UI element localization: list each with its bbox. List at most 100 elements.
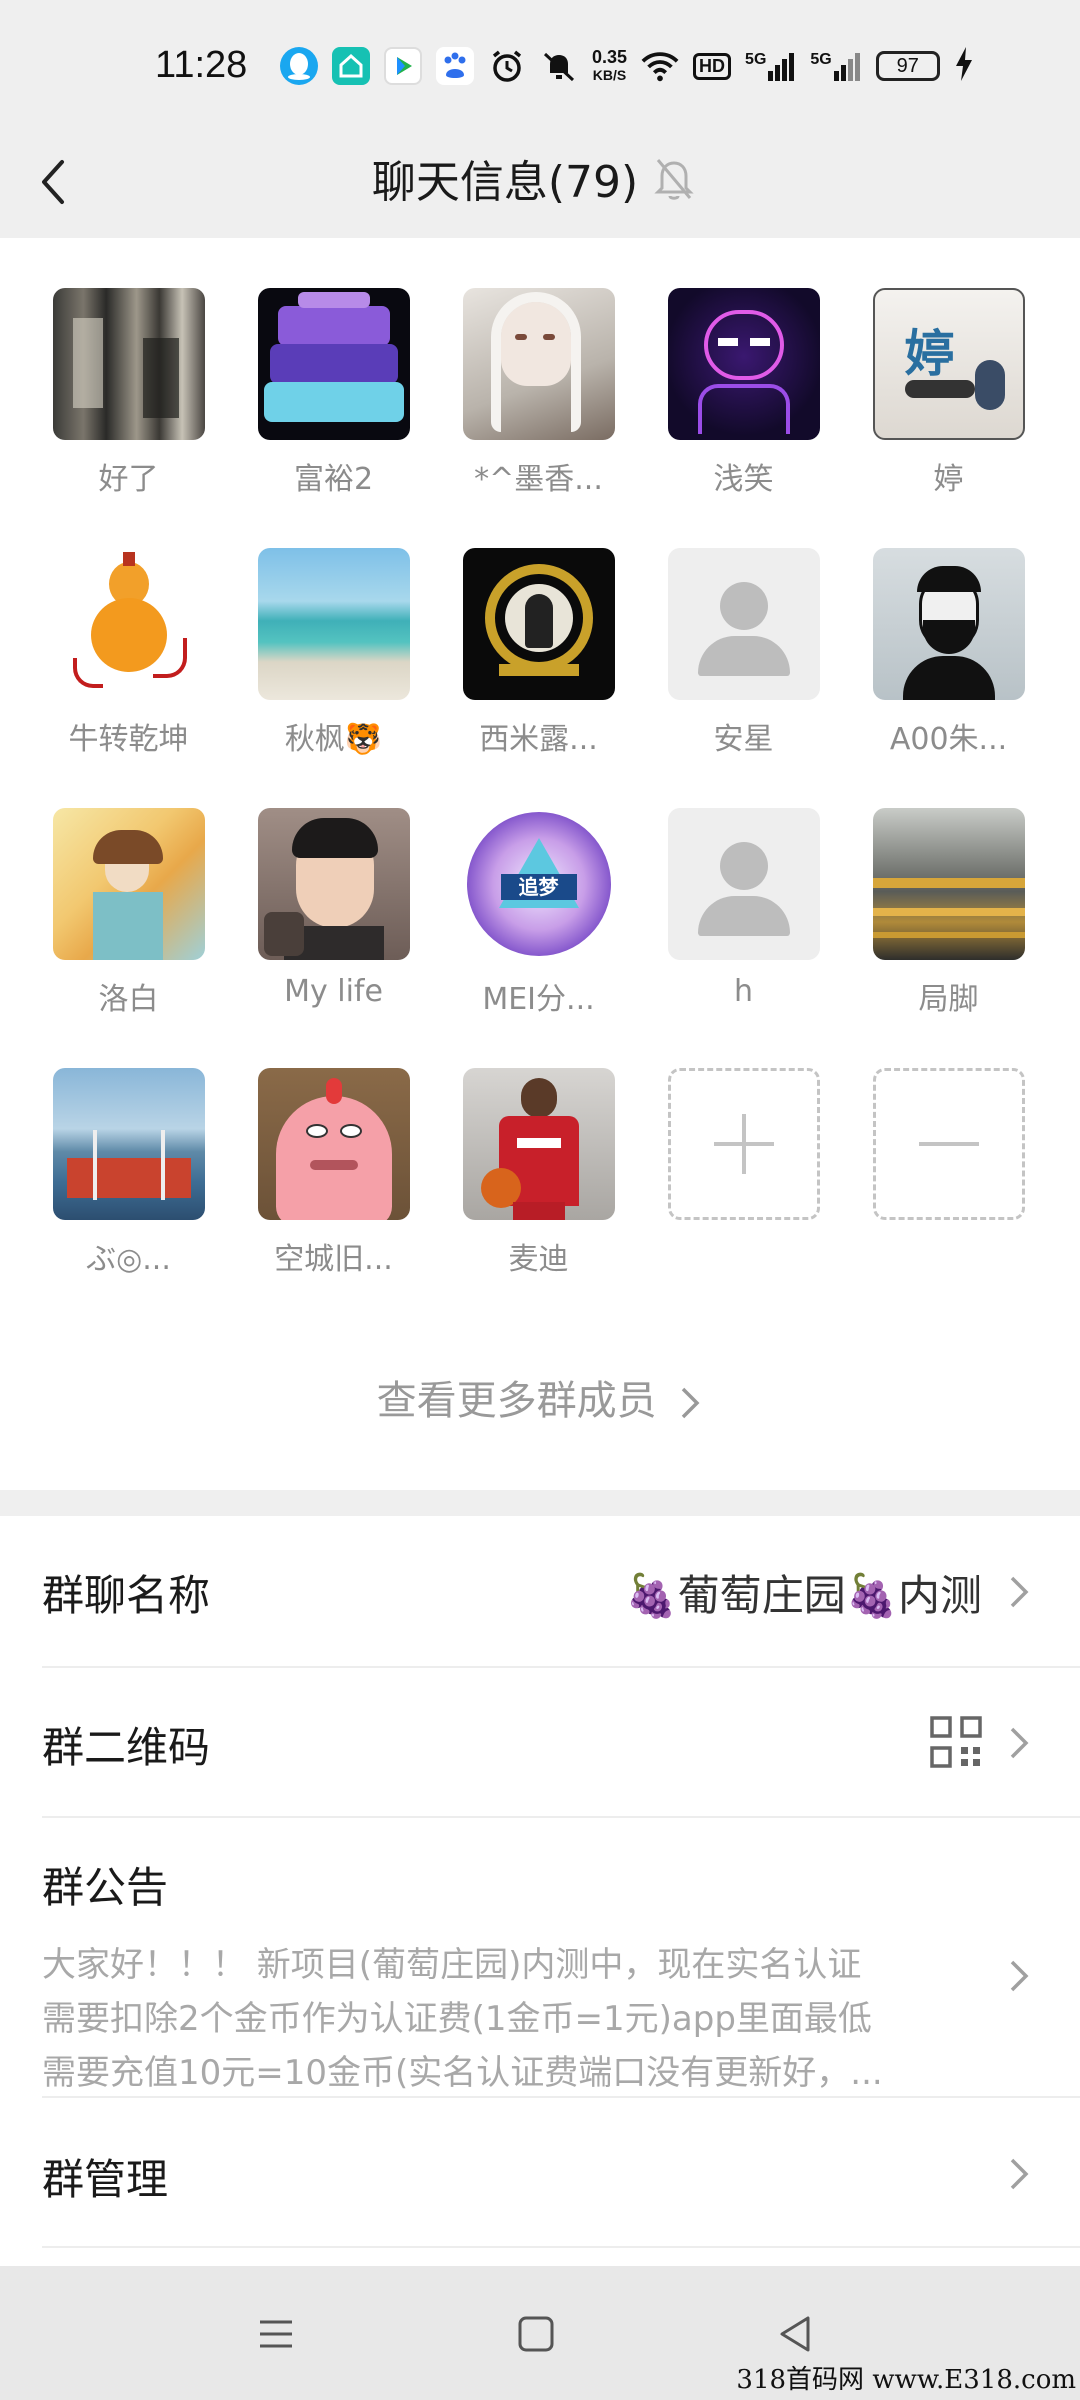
member-item[interactable]: 富裕2 bbox=[231, 288, 436, 498]
signal-icon: 5G bbox=[810, 51, 861, 81]
qr-code-icon bbox=[930, 1716, 982, 1768]
member-grid: 好了 富裕2 *^墨香... 浅笑 婷 婷 牛转乾坤 秋枫🐯 西米露... 安星… bbox=[0, 238, 1080, 1490]
member-item[interactable]: 好了 bbox=[26, 288, 231, 498]
member-item[interactable]: 局脚 bbox=[846, 808, 1051, 1018]
avatar bbox=[257, 1068, 410, 1220]
avatar bbox=[667, 288, 820, 440]
member-name: ぶ◎... bbox=[86, 1242, 171, 1277]
add-member-box[interactable] bbox=[667, 1068, 820, 1220]
chevron-right-icon bbox=[682, 1387, 700, 1419]
member-item[interactable]: 安星 bbox=[641, 548, 846, 758]
member-name: 浅笑 bbox=[713, 462, 774, 497]
group-manage-label: 群管理 bbox=[42, 2155, 169, 2204]
avatar bbox=[872, 548, 1025, 700]
member-item[interactable]: 浅笑 bbox=[641, 288, 846, 498]
avatar bbox=[872, 808, 1025, 960]
member-item[interactable]: 洛白 bbox=[26, 808, 231, 1018]
member-name: 富裕2 bbox=[293, 462, 374, 497]
member-item[interactable]: 牛转乾坤 bbox=[26, 548, 231, 758]
status-icons: 0.35 KB/S HD 5G 5G 97 bbox=[280, 44, 974, 88]
group-notice-label: 群公告 bbox=[42, 1863, 169, 1912]
member-item[interactable]: 麦迪 bbox=[436, 1068, 641, 1278]
chevron-right-icon bbox=[1010, 1960, 1029, 1992]
avatar bbox=[462, 288, 615, 440]
group-name-value: 🍇葡萄庄园🍇内测 bbox=[625, 1571, 982, 1620]
member-item[interactable]: ぶ◎... bbox=[26, 1068, 231, 1278]
chevron-right-icon bbox=[1010, 2158, 1029, 2190]
avatar bbox=[52, 808, 205, 960]
member-item[interactable]: 空城旧... bbox=[231, 1068, 436, 1278]
member-name: 洛白 bbox=[98, 982, 159, 1017]
member-name: 安星 bbox=[713, 722, 774, 757]
signal-icon: 5G bbox=[745, 51, 796, 81]
view-more-label: 查看更多群成员 bbox=[376, 1378, 657, 1424]
battery-icon: 97 bbox=[875, 51, 940, 81]
signal-label: 5G bbox=[810, 51, 832, 68]
avatar bbox=[462, 548, 615, 700]
member-item[interactable]: 秋枫🐯 bbox=[231, 548, 436, 758]
avatar bbox=[257, 288, 410, 440]
member-item[interactable]: 婷 婷 bbox=[846, 288, 1051, 498]
remove-member-button[interactable] bbox=[846, 1068, 1051, 1220]
qq-icon bbox=[280, 47, 318, 85]
plus-icon bbox=[713, 1114, 774, 1174]
minus-icon bbox=[918, 1142, 979, 1146]
member-item[interactable]: 追梦 MEI分... bbox=[436, 808, 641, 1018]
qr-code-row[interactable]: 群二维码 bbox=[42, 1668, 1080, 1818]
avatar bbox=[257, 548, 410, 700]
member-item[interactable]: *^墨香... bbox=[436, 288, 641, 498]
signal-label: 5G bbox=[745, 51, 767, 68]
member-name: MEI分... bbox=[482, 982, 595, 1017]
member-item[interactable]: My life bbox=[231, 808, 436, 1009]
page-title: 聊天信息(79) bbox=[371, 157, 639, 208]
member-name: My life bbox=[284, 974, 383, 1009]
member-name: 局脚 bbox=[918, 982, 979, 1017]
avatar bbox=[462, 1068, 615, 1220]
menu-icon[interactable] bbox=[252, 2310, 300, 2358]
member-item[interactable]: A00朱... bbox=[846, 548, 1051, 758]
baidu-icon bbox=[436, 47, 474, 85]
bell-off-icon bbox=[654, 154, 694, 202]
avatar bbox=[52, 1068, 205, 1220]
avatar bbox=[52, 548, 205, 700]
chevron-right-icon bbox=[1010, 1727, 1029, 1759]
member-name: 麦迪 bbox=[508, 1242, 569, 1277]
member-item[interactable]: 西米露... bbox=[436, 548, 641, 758]
status-time: 11:28 bbox=[155, 44, 248, 86]
view-more-members[interactable]: 查看更多群成员 bbox=[0, 1368, 1080, 1426]
group-name-label: 群聊名称 bbox=[42, 1571, 211, 1620]
notice-line: 大家好！！！ 新项目(葡萄庄园)内测中，现在实名认证 bbox=[42, 1945, 862, 1985]
add-member-button[interactable] bbox=[641, 1068, 846, 1220]
avatar: 婷 bbox=[872, 288, 1025, 440]
back-triangle-icon[interactable] bbox=[772, 2310, 820, 2358]
settings-list: 群聊名称 🍇葡萄庄园🍇内测 群二维码 群公告 大家好！！！ 新项目(葡萄庄园)内… bbox=[0, 1516, 1080, 2266]
video-icon bbox=[384, 47, 422, 85]
member-name: 秋枫🐯 bbox=[284, 722, 383, 757]
chevron-right-icon bbox=[1010, 1576, 1029, 1608]
member-name: 牛转乾坤 bbox=[68, 722, 189, 757]
home-square-icon[interactable] bbox=[512, 2310, 560, 2358]
qr-code-label: 群二维码 bbox=[42, 1723, 211, 1772]
group-name-row[interactable]: 群聊名称 🍇葡萄庄园🍇内测 bbox=[42, 1516, 1080, 1668]
alarm-icon bbox=[488, 47, 526, 85]
member-name: A00朱... bbox=[889, 722, 1008, 757]
avatar bbox=[667, 808, 820, 960]
group-notice-row[interactable]: 群公告 大家好！！！ 新项目(葡萄庄园)内测中，现在实名认证 需要扣除2个金币作… bbox=[42, 1818, 1080, 2098]
battery-level: 97 bbox=[896, 54, 919, 77]
section-divider bbox=[0, 1490, 1080, 1516]
smart-home-icon bbox=[332, 47, 370, 85]
notice-line: 需要充值10元=10金币(实名认证费端口没有更新好，... bbox=[42, 2053, 883, 2093]
watermark: 318首码网 www.E318.com bbox=[736, 2365, 1076, 2395]
remove-member-box[interactable] bbox=[872, 1068, 1025, 1220]
member-name: *^墨香... bbox=[474, 462, 603, 497]
mute-icon bbox=[540, 47, 578, 85]
avatar bbox=[667, 548, 820, 700]
avatar bbox=[52, 288, 205, 440]
member-name: h bbox=[733, 974, 753, 1009]
avatar: 追梦 bbox=[462, 808, 615, 960]
member-item[interactable]: h bbox=[641, 808, 846, 1009]
group-notice-text: 大家好！！！ 新项目(葡萄庄园)内测中，现在实名认证 需要扣除2个金币作为认证费… bbox=[42, 1938, 962, 2100]
group-manage-row[interactable]: 群管理 bbox=[42, 2098, 1080, 2248]
header: 聊天信息(79) bbox=[0, 130, 1080, 238]
hd-icon: HD bbox=[693, 52, 732, 80]
